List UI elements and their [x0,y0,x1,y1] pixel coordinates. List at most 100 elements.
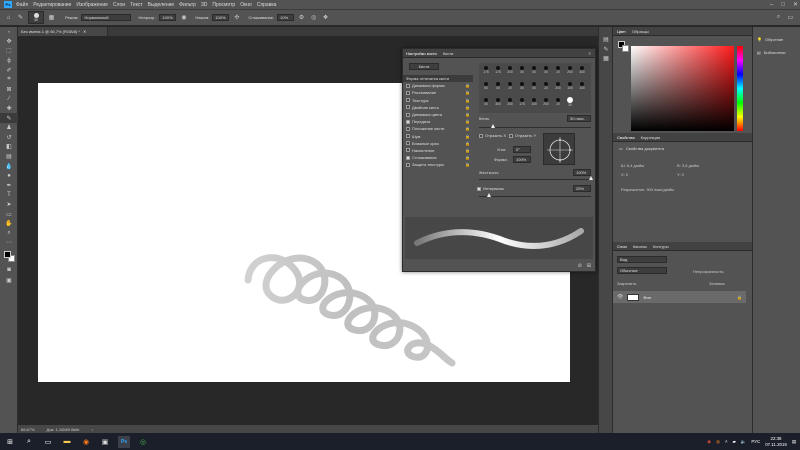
zoom-readout[interactable]: 66,67% [21,427,35,432]
brush-section-item[interactable]: Накопление 🔒 [403,147,473,154]
panel-menu-icon[interactable]: ≡ [589,51,591,56]
section-checkbox[interactable] [406,112,410,117]
tab-layers[interactable]: Слои [617,244,627,249]
tray-chevron-icon[interactable]: ˄ [725,439,728,444]
tab-color[interactable]: Цвет [617,29,626,34]
menu-help[interactable]: Справка [257,2,277,8]
brush-section-item[interactable]: Двойная кисть 🔒 [403,104,473,111]
eyedropper-tool-icon[interactable]: ⁄ [0,94,18,104]
roundness-input[interactable]: 100% [513,156,531,163]
symmetry-icon[interactable]: ❖ [321,13,330,22]
windows-start-icon[interactable]: ⊞ [4,436,16,448]
section-checkbox[interactable] [406,98,410,103]
size-slider-thumb[interactable] [491,124,495,128]
brush-section-item[interactable]: Динамика цвета 🔒 [403,111,473,118]
quick-mask-icon[interactable]: ◙ [0,266,18,276]
section-lock-icon[interactable]: 🔒 [465,134,470,139]
libraries-item[interactable]: ▤ Библиотеки [753,42,800,55]
media-app-icon[interactable]: ▣ [99,436,111,448]
brush-preset-picker[interactable]: 30 [28,11,44,24]
document-tab[interactable]: Без имени-1 @ 66,7% (RGB/8) * ✕ [18,27,108,36]
history-brush-tool-icon[interactable]: ↺ [0,133,18,143]
volume-icon[interactable]: 🔈 [741,439,746,445]
brush-tip[interactable]: 300 [493,97,503,107]
brush-tip[interactable]: 400 [577,65,587,75]
brush-panel-toggle-icon[interactable]: ▦ [47,13,56,22]
brush-tip[interactable]: 200 [565,65,575,75]
props-x[interactable]: X: 0 [621,172,628,177]
section-checkbox[interactable] [406,90,410,95]
tray-app-icon[interactable]: ◉ [707,439,711,445]
section-checkbox[interactable] [406,126,410,131]
brush-tip[interactable]: 250 [505,97,515,107]
brush-section-item[interactable]: Шум 🔒 [403,133,473,140]
brush-tip[interactable]: 30 [529,65,539,75]
brush-section-item[interactable]: Текстура 🔒 [403,97,473,104]
angle-roundness-widget[interactable] [543,133,575,165]
blur-tool-icon[interactable]: 💧 [0,161,18,171]
toggle-live-tip-icon[interactable]: ⊘ [578,263,582,269]
section-lock-icon[interactable]: 🔒 [465,141,470,146]
flip-y-checkbox[interactable]: Отразить Y [509,133,536,138]
type-tool-icon[interactable]: T [0,190,18,200]
brushes-icon[interactable]: ▦ [599,54,613,64]
clock[interactable]: 22:38 07.11.2019 [765,436,787,447]
search-icon[interactable]: ⌕ [23,436,35,448]
brush-tip[interactable]: 175 [493,65,503,75]
network-icon[interactable]: ▰ [733,439,736,445]
section-lock-icon[interactable]: 🔒 [465,126,470,131]
brush-tip[interactable]: 100 [577,81,587,91]
props-y[interactable]: Y: 0 [677,172,684,177]
hardness-input[interactable]: 100% [573,169,591,176]
tab-swatches[interactable]: Образцы [632,29,649,34]
section-lock-icon[interactable]: 🔒 [465,162,470,167]
chrome-icon[interactable]: ◎ [137,436,149,448]
section-checkbox[interactable] [406,141,410,146]
section-lock-icon[interactable]: 🔒 [465,90,470,95]
brush-tip[interactable]: 30 [517,81,527,91]
collapse-toolbar-icon[interactable]: » [0,27,18,37]
section-lock-icon[interactable]: 🔒 [465,112,470,117]
file-explorer-icon[interactable]: ▬ [61,436,73,448]
notifications-icon[interactable]: ▤ [792,439,796,445]
spacing-input[interactable]: 25% [573,185,591,192]
eraser-tool-icon[interactable]: ◧ [0,142,18,152]
spacing-slider-thumb[interactable] [487,193,491,197]
brush-section-item[interactable]: Защита текстуры 🔒 [403,161,473,168]
spacing-slider[interactable] [479,196,591,197]
brush-tip[interactable]: 175 [517,97,527,107]
history-panel-icon[interactable]: ▤ [599,35,613,45]
menu-file[interactable]: Файл [16,2,28,8]
flip-x-checkbox[interactable]: Отразить X [479,133,506,138]
visibility-eye-icon[interactable]: 👁 [617,294,623,300]
hardness-slider-thumb[interactable] [589,176,593,180]
new-brush-icon[interactable]: ⊞ [587,263,591,269]
hardness-slider[interactable] [479,179,591,180]
language-indicator[interactable]: РУС [751,439,760,444]
blend-mode-select[interactable]: Обычные [617,267,667,274]
layer-kind-filter[interactable]: Вид [617,256,667,263]
lasso-tool-icon[interactable]: ϕ [0,56,18,66]
brush-tip[interactable]: 20 [505,81,515,91]
brush-tip[interactable]: 175 [481,65,491,75]
brush-tip[interactable]: 30 [481,97,491,107]
brush-section-item[interactable]: Сглаживание 🔒 [403,154,473,161]
opacity-input[interactable]: 100% [159,14,177,21]
minimize-icon[interactable]: – [770,2,773,8]
hue-slider[interactable] [737,46,743,131]
section-lock-icon[interactable]: 🔒 [465,155,470,160]
rectangle-tool-icon[interactable]: ▭ [0,209,18,219]
brush-settings-icon[interactable]: ✎ [599,45,613,55]
status-arrow-icon[interactable]: › [92,427,93,432]
menu-type[interactable]: Текст [130,2,143,8]
section-checkbox[interactable] [406,83,410,88]
more-tools-icon[interactable]: ⋯ [0,238,18,248]
menu-layers[interactable]: Слои [113,2,125,8]
tray-app-icon-2[interactable]: ◍ [716,439,720,445]
menu-filter[interactable]: Фильтр [179,2,196,8]
menu-image[interactable]: Изображение [76,2,108,8]
screen-mode-icon[interactable]: ▣ [0,275,18,285]
search-icon[interactable]: ⌕ [774,13,783,22]
move-tool-icon[interactable]: ✥ [0,37,18,47]
section-lock-icon[interactable]: 🔒 [465,98,470,103]
